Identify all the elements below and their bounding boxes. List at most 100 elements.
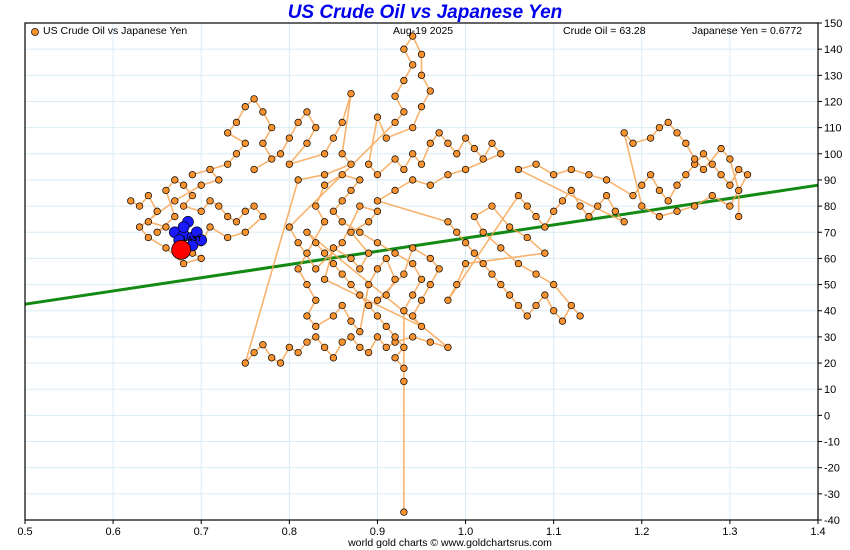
data-point	[673, 181, 681, 189]
y-tick-label: 120	[824, 96, 842, 108]
data-point	[400, 377, 408, 386]
data-point	[276, 150, 285, 158]
data-point	[153, 207, 161, 215]
data-point	[135, 223, 144, 231]
data-point	[171, 176, 179, 184]
data-point	[391, 249, 399, 257]
data-point	[488, 139, 496, 147]
data-point	[206, 223, 214, 231]
data-point	[144, 191, 153, 200]
data-point	[224, 233, 232, 242]
data-point	[453, 228, 461, 236]
data-point	[373, 296, 382, 304]
data-point	[409, 61, 417, 69]
data-point	[532, 301, 540, 310]
data-point	[400, 364, 408, 372]
data-point	[294, 265, 302, 273]
data-point	[735, 165, 743, 174]
data-point	[206, 165, 214, 174]
data-point	[364, 160, 373, 168]
data-point	[523, 233, 531, 242]
data-point	[620, 129, 628, 137]
y-tick-label: 130	[824, 70, 842, 82]
data-point	[417, 50, 426, 59]
data-point	[127, 197, 135, 205]
data-point	[285, 223, 293, 231]
data-point	[356, 228, 364, 236]
data-point	[303, 338, 311, 346]
data-point	[135, 202, 144, 210]
data-point	[611, 207, 619, 215]
data-point	[294, 118, 302, 127]
data-point	[470, 144, 479, 153]
data-point	[294, 348, 302, 357]
data-point	[602, 191, 611, 200]
data-point	[444, 218, 452, 226]
data-point	[179, 260, 188, 268]
data-point	[144, 233, 153, 242]
date-readout: Aug-19 2025	[393, 25, 454, 37]
data-point	[356, 265, 364, 273]
y-tick-label: 60	[824, 253, 836, 265]
y-tick-label: 20	[824, 358, 836, 370]
data-point	[338, 218, 346, 226]
data-point	[338, 171, 346, 179]
scatter-chart: LAST 0.5 0.6 0.7 0.8 0.9 1.0 1.1 1.2 1.3 1.415014…	[17, 18, 842, 538]
data-point	[250, 95, 258, 103]
data-point	[320, 181, 329, 189]
data-point	[224, 129, 232, 137]
data-point	[382, 322, 390, 331]
data-point	[620, 218, 628, 226]
data-point	[699, 150, 708, 158]
data-point	[400, 76, 408, 85]
data-point	[241, 139, 249, 147]
data-point	[268, 354, 276, 362]
data-point	[708, 191, 716, 200]
data-point	[470, 212, 479, 221]
data-point	[294, 239, 302, 247]
data-point	[444, 296, 452, 304]
data-point	[171, 212, 179, 221]
data-point	[479, 155, 487, 163]
data-point	[409, 312, 417, 320]
data-point	[241, 207, 249, 215]
data-point	[373, 207, 382, 215]
data-point	[735, 186, 743, 195]
data-point	[162, 186, 170, 195]
data-point	[391, 333, 399, 341]
data-point	[417, 275, 426, 283]
data-point	[364, 280, 373, 289]
data-point	[461, 134, 470, 142]
data-point	[347, 228, 355, 236]
data-point	[356, 343, 364, 352]
data-point	[532, 160, 540, 168]
data-point	[232, 218, 241, 226]
data-point	[268, 123, 276, 132]
data-point	[629, 139, 637, 147]
data-point	[690, 202, 699, 210]
data-point	[179, 181, 188, 189]
data-point	[241, 359, 249, 367]
data-point	[197, 181, 205, 189]
data-point	[673, 207, 681, 215]
data-point	[400, 508, 408, 516]
data-point	[259, 139, 267, 147]
data-point	[329, 134, 338, 142]
y-tick-label: 40	[824, 306, 836, 318]
data-point	[726, 202, 734, 210]
data-point	[523, 312, 531, 320]
data-point	[735, 212, 743, 221]
data-point	[638, 202, 646, 210]
data-point	[391, 118, 399, 127]
data-point	[505, 223, 514, 231]
data-point	[232, 150, 241, 158]
y-tick-label: 30	[824, 332, 836, 344]
data-point	[303, 228, 311, 236]
data-point	[241, 228, 249, 236]
data-point	[373, 197, 382, 205]
data-point	[567, 186, 575, 195]
data-point	[303, 108, 311, 116]
data-point	[426, 280, 434, 289]
data-point	[400, 307, 408, 315]
data-point	[585, 212, 593, 221]
